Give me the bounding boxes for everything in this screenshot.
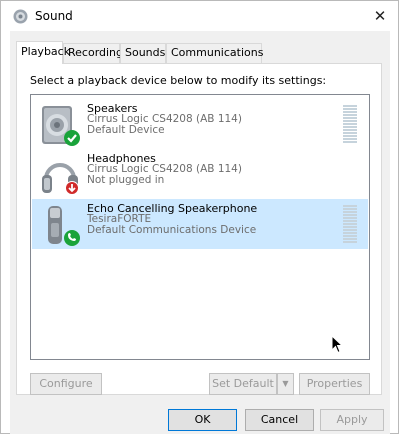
- speakers-icon: [42, 106, 80, 146]
- playback-panel: Select a playback device below to modify…: [16, 63, 382, 395]
- device-text: Headphones Cirrus Logic CS4208 (AB 114) …: [87, 153, 242, 186]
- device-speakers[interactable]: Speakers Cirrus Logic CS4208 (AB 114) De…: [32, 99, 368, 149]
- tab-playback[interactable]: Playback: [16, 41, 70, 64]
- set-default-dropdown[interactable]: ▼: [277, 373, 294, 395]
- device-status: Not plugged in: [87, 174, 165, 186]
- device-speakerphone[interactable]: Echo Cancelling Speakerphone TesiraFORTE…: [32, 199, 368, 249]
- set-default-button[interactable]: Set Default: [209, 373, 277, 395]
- speakerphone-icon: [48, 206, 80, 246]
- ok-button[interactable]: OK: [168, 409, 237, 431]
- device-status: Default Device: [87, 124, 165, 136]
- headphones-icon: [42, 163, 79, 195]
- device-headphones[interactable]: Headphones Cirrus Logic CS4208 (AB 114) …: [32, 149, 368, 199]
- green-check-icon: [64, 130, 80, 146]
- instruction-text: Select a playback device below to modify…: [30, 74, 327, 87]
- tab-sounds[interactable]: Sounds: [120, 43, 166, 63]
- window-title: Sound: [35, 9, 73, 23]
- device-text: Speakers Cirrus Logic CS4208 (AB 114) De…: [87, 103, 242, 136]
- volume-level-meter: [343, 205, 357, 245]
- tab-recording[interactable]: Recording: [63, 43, 123, 63]
- speaker-icon: [13, 9, 28, 24]
- device-list[interactable]: Speakers Cirrus Logic CS4208 (AB 114) De…: [30, 94, 370, 360]
- tab-communications[interactable]: Communications: [166, 43, 263, 63]
- mouse-cursor-icon: [331, 335, 344, 354]
- dialog-client: Playback Recording Sounds Communications…: [10, 31, 390, 434]
- green-phone-icon: [64, 230, 80, 246]
- configure-button[interactable]: Configure: [30, 373, 102, 395]
- device-text: Echo Cancelling Speakerphone TesiraFORTE…: [87, 203, 257, 236]
- close-button[interactable]: ✕: [367, 5, 393, 27]
- device-status: Default Communications Device: [87, 224, 257, 236]
- sound-dialog: Sound ✕ Playback Recording Sounds Commun…: [0, 0, 399, 434]
- volume-level-meter: [343, 105, 357, 145]
- title-bar[interactable]: Sound ✕: [1, 1, 398, 31]
- properties-button[interactable]: Properties: [299, 373, 370, 395]
- cancel-button[interactable]: Cancel: [245, 409, 314, 431]
- apply-button[interactable]: Apply: [320, 409, 384, 431]
